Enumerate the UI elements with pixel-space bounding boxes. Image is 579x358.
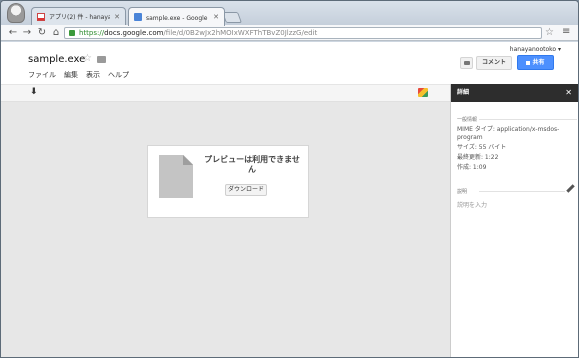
browser-toolbar: ← → ↻ ⌂ https://docs.google.com/file/d/0…: [1, 25, 578, 41]
forward-arrow-icon[interactable]: →: [21, 27, 33, 39]
download-icon[interactable]: ⬇: [30, 87, 38, 97]
tab-label: アプリ(2) 件 - hanayanootoko...: [49, 14, 110, 21]
file-toolbar: ⬇: [1, 84, 450, 102]
share-label: 共有: [532, 59, 545, 66]
lock-icon: [69, 30, 75, 36]
edit-pencil-icon[interactable]: [566, 184, 575, 193]
chat-icon: [464, 61, 470, 65]
created: 作成: 1:09: [457, 164, 487, 171]
address-bar[interactable]: https://docs.google.com/file/d/0B2wJx2hM…: [64, 27, 542, 39]
description-heading: 説明: [457, 189, 468, 195]
document-title[interactable]: sample.exe: [28, 54, 85, 65]
comment-button[interactable]: コメント: [476, 56, 512, 70]
tab-gmail[interactable]: アプリ(2) 件 - hanayanootoko... ✕: [31, 7, 126, 25]
home-icon[interactable]: ⌂: [50, 27, 62, 39]
details-title: 詳細: [457, 89, 470, 96]
star-icon[interactable]: ☆: [83, 53, 92, 64]
menu-edit[interactable]: 編集: [64, 70, 78, 80]
description-input[interactable]: 説明を入力: [457, 200, 487, 209]
tab-sample-exe[interactable]: sample.exe - Google ドライブ ✕: [128, 7, 225, 26]
divider: [479, 119, 577, 120]
file-icon-fold: [183, 155, 193, 165]
menu-bar: ファイル 編集 表示 ヘルプ: [28, 70, 129, 80]
no-preview-message: プレビューは利用できません: [204, 155, 300, 174]
chrome-menu-icon[interactable]: ≡: [562, 26, 570, 37]
docs-icon: [134, 13, 142, 21]
tab-label: sample.exe - Google ドライブ: [146, 14, 209, 22]
url-path: /file/d/0B2wJx2hMOIxWXFThTBvZ0JlzzG/edit: [163, 29, 318, 37]
chat-button[interactable]: [460, 57, 473, 69]
no-preview-card: プレビューは利用できません ダウンロード: [147, 145, 309, 218]
browser-window: アプリ(2) 件 - hanayanootoko... ✕ sample.exe…: [0, 0, 579, 358]
mime-type: MIME タイプ: application/x-msdos-program: [457, 126, 560, 141]
lock-icon: [526, 60, 531, 65]
details-panel: 詳細 ✕ 一般情報 MIME タイプ: application/x-msdos-…: [450, 84, 578, 357]
back-arrow-icon[interactable]: ←: [7, 27, 19, 39]
gmail-icon: [37, 12, 45, 21]
general-info-heading: 一般情報: [457, 117, 478, 123]
docs-page: sample.exe ☆ ファイル 編集 表示 ヘルプ hanayanootok…: [1, 42, 578, 357]
close-icon[interactable]: ✕: [114, 13, 120, 21]
download-button[interactable]: ダウンロード: [225, 184, 267, 196]
reload-icon[interactable]: ↻: [36, 27, 48, 39]
details-header: 詳細: [451, 84, 578, 102]
close-icon[interactable]: ✕: [565, 84, 572, 102]
share-button[interactable]: 共有: [517, 55, 554, 70]
menu-file[interactable]: ファイル: [28, 70, 56, 80]
url-scheme: https://: [79, 29, 105, 37]
preview-area: プレビューは利用できません ダウンロード: [1, 102, 450, 357]
bookmark-star-icon[interactable]: ☆: [545, 27, 554, 38]
menu-view[interactable]: 表示: [86, 70, 100, 80]
open-with-icon[interactable]: [418, 88, 428, 97]
close-icon[interactable]: ✕: [213, 13, 219, 21]
menu-help[interactable]: ヘルプ: [108, 70, 129, 80]
title-bar: アプリ(2) 件 - hanayanootoko... ✕ sample.exe…: [1, 1, 578, 26]
account-name[interactable]: hanayanootoko ▾: [510, 46, 561, 53]
divider: [479, 191, 565, 192]
last-modified: 最終更新: 1:22: [457, 154, 499, 161]
url-host: docs.google.com: [104, 29, 164, 37]
user-avatar-icon[interactable]: [7, 3, 25, 23]
file-size: サイズ: 55 バイト: [457, 144, 507, 151]
folder-icon[interactable]: [97, 56, 106, 63]
